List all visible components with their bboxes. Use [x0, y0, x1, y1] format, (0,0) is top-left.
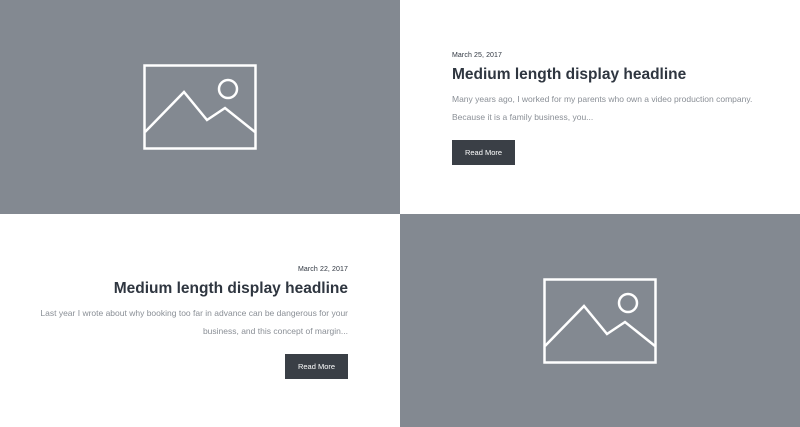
post-headline[interactable]: Medium length display headline [452, 65, 762, 85]
blog-post-grid: March 25, 2017 Medium length display hea… [0, 0, 800, 427]
read-more-button[interactable]: Read More [285, 354, 348, 379]
post-excerpt: Last year I wrote about why booking too … [40, 308, 348, 336]
image-placeholder-icon [543, 277, 657, 364]
image-placeholder-icon [143, 64, 257, 150]
post-1-image[interactable] [0, 0, 400, 214]
post-excerpt: Many years ago, I worked for my parents … [452, 94, 753, 122]
post-1-text: March 25, 2017 Medium length display hea… [452, 52, 762, 165]
post-date: March 25, 2017 [452, 52, 503, 59]
post-date: March 22, 2017 [297, 266, 348, 273]
read-more-button[interactable]: Read More [452, 140, 515, 165]
post-headline[interactable]: Medium length display headline [38, 279, 348, 299]
post-2-image[interactable] [400, 214, 800, 427]
post-2-text: March 22, 2017 Medium length display hea… [38, 266, 348, 379]
